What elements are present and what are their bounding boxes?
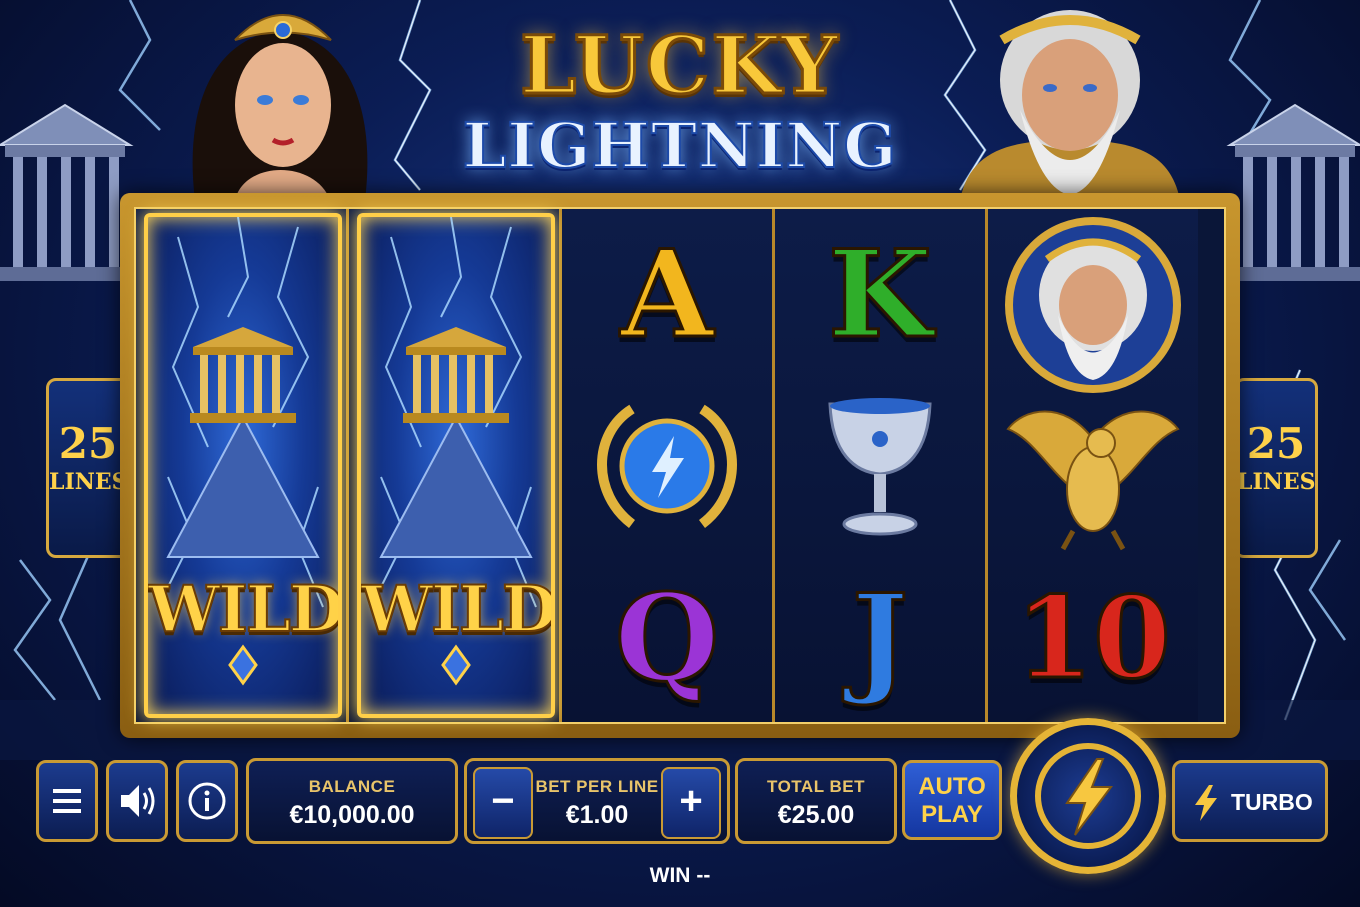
win-value: -- <box>696 864 711 887</box>
total-bet-panel: TOTAL BET €25.00 <box>735 758 897 844</box>
eagle-icon <box>1006 410 1180 551</box>
speaker-icon <box>121 785 155 817</box>
paylines-count: 25 <box>1246 419 1306 468</box>
decrease-bet-button[interactable]: − <box>473 767 533 839</box>
autoplay-button[interactable]: AUTO PLAY <box>902 760 1002 840</box>
zeus-portrait-icon <box>960 10 1180 200</box>
info-button[interactable] <box>176 760 238 842</box>
reel-frame: WILD WILD A Q K J 10 <box>120 193 1240 738</box>
goddess-portrait-icon <box>192 14 368 200</box>
reel-2: WILD <box>349 209 562 722</box>
game-stage: LUCKY LIGHTNING 25 LINES 25 LINES WILD W… <box>0 0 1360 907</box>
paylines-count: 25 <box>58 419 118 468</box>
info-icon <box>188 782 226 820</box>
symbol-q: Q <box>613 567 721 710</box>
turbo-button[interactable]: TURBO <box>1172 760 1328 842</box>
increase-bet-button[interactable]: + <box>661 767 721 839</box>
menu-button[interactable] <box>36 760 98 842</box>
reel-area: WILD WILD A Q K J 10 <box>134 207 1226 724</box>
chalice-icon <box>828 398 932 536</box>
wild-reel-symbol: WILD <box>357 213 555 718</box>
balance-label: BALANCE <box>308 777 396 796</box>
paylines-label: LINES <box>1237 469 1316 495</box>
balance-panel: BALANCE €10,000.00 <box>246 758 458 844</box>
win-label: WIN <box>649 864 691 887</box>
game-logo: LUCKY LIGHTNING <box>430 18 930 190</box>
balance-value: €10,000.00 <box>289 801 415 829</box>
reel-5: 10 <box>988 209 1198 722</box>
total-bet-value: €25.00 <box>777 801 855 829</box>
laurel-lightning-icon <box>597 404 737 528</box>
wild-label: WILD <box>361 571 555 648</box>
wild-label: WILD <box>148 571 342 648</box>
symbol-10: 10 <box>1014 572 1173 706</box>
turbo-label: TURBO <box>1231 789 1313 815</box>
sound-button[interactable] <box>106 760 168 842</box>
wild-reel-symbol: WILD <box>144 213 342 718</box>
reel-3: A Q <box>562 209 775 722</box>
symbol-k: K <box>826 223 933 366</box>
logo-line-2: LIGHTNING <box>462 109 898 183</box>
reel-4: K J <box>775 209 988 722</box>
autoplay-label-1: AUTO <box>918 773 986 800</box>
symbol-a: A <box>619 223 715 366</box>
bet-per-line-panel: − BET PER LINE €1.00 + <box>464 758 730 844</box>
turbo-bolt-icon <box>1195 785 1217 821</box>
total-bet-label: TOTAL BET <box>767 777 865 796</box>
win-display: WIN -- <box>560 864 800 888</box>
menu-icon <box>53 789 81 813</box>
temple-right-icon <box>1226 103 1360 281</box>
paylines-label: LINES <box>49 469 128 495</box>
temple-left-icon <box>0 103 134 281</box>
autoplay-label-2: PLAY <box>921 801 983 828</box>
reel-1: WILD <box>136 209 349 722</box>
symbol-j: J <box>850 567 910 710</box>
lightning-bolt-icon <box>1035 743 1141 849</box>
paylines-indicator-right: 25 LINES <box>1234 378 1318 558</box>
spin-button[interactable] <box>1010 718 1166 874</box>
zeus-coin-icon <box>1005 217 1181 393</box>
logo-line-1: LUCKY <box>519 18 840 112</box>
paylines-indicator-left: 25 LINES <box>46 378 130 558</box>
control-bar: BALANCE €10,000.00 − BET PER LINE €1.00 … <box>30 718 1330 874</box>
